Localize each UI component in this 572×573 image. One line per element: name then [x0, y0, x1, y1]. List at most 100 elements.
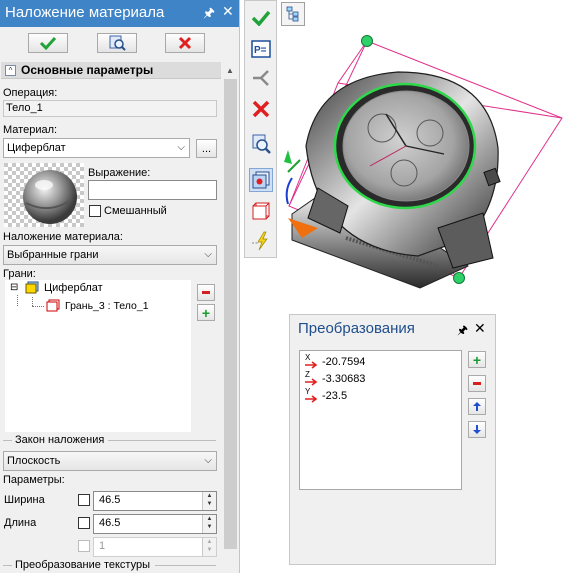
red-arrow-icon — [305, 395, 318, 403]
minus-icon — [202, 291, 210, 294]
length-label: Длина — [4, 517, 37, 529]
pin-icon[interactable]: 🖈 — [203, 4, 215, 26]
faces-label: Грани: — [3, 268, 36, 280]
tool-solid-button[interactable] — [249, 199, 273, 223]
face-select-icon — [252, 171, 270, 189]
move-up-button[interactable] — [468, 398, 486, 415]
mapping-combo[interactable]: Выбранные грани ⌵ — [3, 245, 217, 265]
transform-title: Преобразования — [298, 320, 415, 337]
law-value: Плоскость — [7, 455, 61, 467]
lightning-icon — [252, 231, 268, 251]
tool-preview-button[interactable] — [249, 132, 273, 156]
width-stepper[interactable]: 46.5 ▲ ▼ — [93, 491, 217, 511]
axis-y-arrow[interactable] — [284, 150, 292, 164]
length-stepper[interactable]: 46.5 ▲ ▼ — [93, 514, 217, 534]
close-icon[interactable]: ✕ — [222, 3, 234, 20]
expression-label: Выражение: — [88, 167, 151, 179]
transform-value: -3.30683 — [322, 373, 366, 385]
close-icon[interactable]: ✕ — [474, 320, 486, 337]
red-arrow-icon — [305, 361, 318, 369]
tool-ok-button[interactable] — [249, 6, 273, 30]
material-combo[interactable]: Циферблат ⌵ — [3, 138, 190, 158]
section-main-params[interactable]: ^ Основные параметры — [1, 62, 221, 79]
collapse-icon[interactable]: ^ — [5, 65, 16, 76]
transform-row-z[interactable]: Z -3.30683 — [305, 370, 455, 388]
length-value: 46.5 — [99, 517, 121, 529]
ok-button[interactable] — [28, 33, 68, 53]
preview-icon — [252, 134, 271, 154]
material-panel: Наложение материала 🖈 ✕ ^ Основные парам… — [0, 0, 240, 573]
operation-label: Операция: — [3, 87, 58, 99]
material-label: Материал: — [3, 124, 58, 136]
spin-arrows-icon: ▲ ▼ — [202, 538, 216, 556]
scroll-thumb[interactable] — [224, 79, 237, 549]
chevron-down-icon: ⌵ — [177, 142, 185, 153]
plus-icon: + — [472, 351, 482, 368]
3d-viewport[interactable] — [278, 28, 572, 318]
red-arrow-icon — [305, 378, 318, 386]
material-browse-button[interactable]: ... — [196, 139, 217, 158]
width-label: Ширина — [4, 494, 45, 506]
hierarchy-icon — [286, 6, 299, 22]
chevron-down-icon: ⌵ — [204, 249, 212, 260]
mapping-label: Наложение материала: — [3, 231, 123, 243]
face-icon — [46, 299, 60, 315]
panel-scrollbar[interactable]: ▲ — [222, 62, 239, 573]
pin-icon[interactable]: 🖈 — [457, 321, 468, 342]
check-icon — [39, 36, 57, 50]
material-value: Циферблат — [7, 142, 66, 154]
chevron-down-icon: ⌵ — [204, 455, 212, 466]
add-transform-button[interactable]: + — [468, 351, 486, 368]
mixed-checkbox[interactable] — [89, 205, 101, 217]
third-checkbox — [78, 540, 90, 552]
width-checkbox[interactable] — [78, 494, 90, 506]
tree-expander-icon[interactable]: ⊟ — [10, 282, 18, 293]
tool-lightning-button[interactable] — [249, 229, 273, 253]
length-checkbox[interactable] — [78, 517, 90, 529]
params-label: Параметры: — [3, 474, 65, 486]
plus-icon: + — [201, 304, 211, 321]
minus-icon — [473, 382, 481, 385]
law-section-label: Закон наложения — [15, 434, 105, 446]
tree-folder-icon — [25, 281, 39, 297]
cancel-icon — [252, 100, 270, 118]
arrow-up-icon — [473, 402, 481, 411]
remove-transform-button[interactable] — [468, 375, 486, 392]
tool-branch-button[interactable] — [249, 66, 273, 90]
branch-icon — [253, 70, 269, 86]
tree-face-item[interactable]: Грань_3 : Тело_1 — [65, 300, 149, 312]
third-stepper: 1 ▲ ▼ — [93, 537, 217, 557]
texture-section-label: Преобразование текстуры — [15, 559, 150, 571]
svg-text:P=: P= — [254, 45, 267, 56]
mixed-label: Смешанный — [104, 205, 167, 217]
transform-list[interactable]: X -20.7594 Z -3.30683 Y -23.5 — [299, 350, 462, 490]
faces-tree[interactable]: ⊟ Циферблат Грань_3 : Тело_1 — [5, 280, 191, 432]
tool-params-button[interactable]: P= — [249, 37, 273, 61]
preview-icon — [109, 35, 126, 51]
check-icon — [251, 10, 271, 26]
scroll-up-icon[interactable]: ▲ — [226, 66, 234, 75]
handle-top[interactable] — [361, 35, 373, 47]
spin-arrows-icon[interactable]: ▲ ▼ — [202, 515, 216, 533]
transform-value: -20.7594 — [322, 356, 366, 368]
expression-input[interactable] — [88, 180, 217, 200]
transform-row-y[interactable]: Y -23.5 — [305, 387, 455, 405]
cancel-button[interactable] — [165, 33, 205, 53]
law-combo[interactable]: Плоскость ⌵ — [3, 451, 217, 471]
tree-root-item[interactable]: Циферблат — [44, 282, 103, 294]
arrow-down-icon — [473, 425, 481, 434]
remove-face-button[interactable] — [197, 284, 215, 301]
move-down-button[interactable] — [468, 421, 486, 438]
transform-row-x[interactable]: X -20.7594 — [305, 353, 455, 371]
handle-bottom[interactable] — [453, 272, 465, 284]
preview-button[interactable] — [97, 33, 137, 53]
add-face-button[interactable]: + — [197, 304, 215, 321]
spin-arrows-icon[interactable]: ▲ ▼ — [202, 492, 216, 510]
tree-view-button[interactable] — [281, 2, 305, 26]
tool-cancel-button[interactable] — [249, 97, 273, 121]
mapping-value: Выбранные грани — [7, 249, 99, 261]
vertical-toolbar: P= — [244, 0, 277, 258]
panel-title-bar: Наложение материала 🖈 ✕ — [0, 0, 239, 27]
tool-face-select-button[interactable] — [249, 168, 273, 192]
cancel-icon — [178, 36, 192, 50]
